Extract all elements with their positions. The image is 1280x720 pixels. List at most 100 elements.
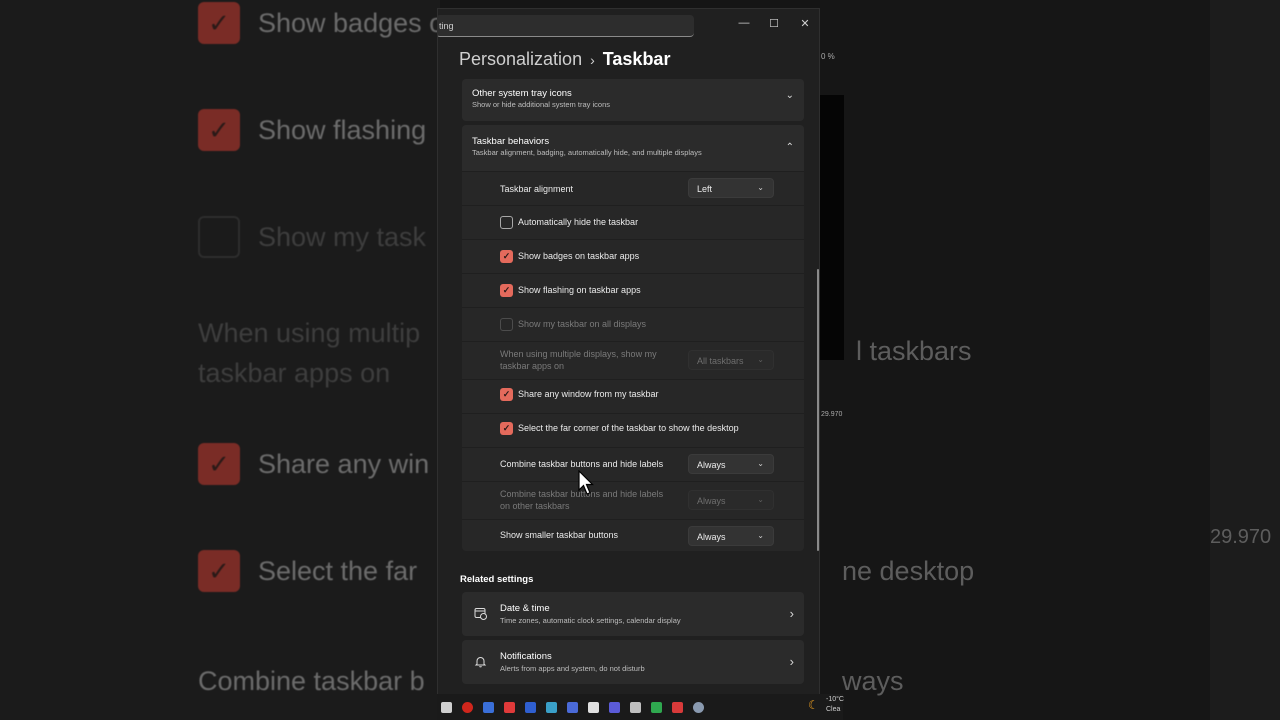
app-icon[interactable]: [483, 701, 494, 713]
background-text: Show my task: [258, 221, 427, 252]
background-check-icon: ✓: [198, 443, 240, 485]
background-right-strip: [1210, 0, 1280, 720]
chevron-right-icon: ›: [789, 654, 794, 669]
app-s-icon[interactable]: [504, 701, 515, 713]
app-window-icon[interactable]: [609, 701, 620, 713]
multi-display-row: When using multiple displays, show my ta…: [462, 341, 804, 379]
share-window-row: ✓ Share any window from my taskbar: [462, 379, 804, 413]
auto-hide-checkbox[interactable]: [500, 216, 513, 229]
tray-icons-card[interactable]: Other system tray icons Show or hide add…: [462, 79, 804, 121]
background-text: ways: [842, 666, 904, 696]
badges-checkbox[interactable]: ✓: [500, 250, 513, 263]
check-icon: ✓: [502, 423, 511, 433]
card-subtitle: Taskbar alignment, badging, automaticall…: [472, 148, 702, 157]
windows-taskbar: [437, 694, 843, 720]
title-bar: ting — ☐ ✕: [438, 9, 819, 41]
app-green-icon[interactable]: [651, 701, 662, 713]
background-text: 29.970: [1210, 526, 1272, 548]
smaller-buttons-label: Show smaller taskbar buttons: [500, 530, 619, 540]
alignment-label: Taskbar alignment: [500, 184, 574, 194]
dropdown-value: Left: [697, 184, 713, 194]
card-title: Other system tray icons: [472, 88, 572, 99]
chevron-down-icon[interactable]: ⌄: [786, 90, 794, 101]
smaller-buttons-dropdown[interactable]: Always ⌄: [688, 526, 774, 546]
auto-hide-label: Automatically hide the taskbar: [518, 217, 639, 227]
notifications-link[interactable]: Notifications Alerts from apps and syste…: [462, 640, 804, 684]
background-text: Combine taskbar b: [198, 666, 425, 696]
notepad-icon[interactable]: [588, 701, 599, 713]
alignment-row: Taskbar alignment Left ⌄: [462, 171, 804, 205]
background-text: 0 %: [821, 52, 835, 61]
combine-other-row: Combine taskbar buttons and hide labels …: [462, 481, 804, 519]
weather-icon: ☾: [808, 698, 819, 712]
background-check-icon: ✓: [198, 109, 240, 151]
maximize-button[interactable]: ☐: [762, 13, 786, 33]
card-title: Taskbar behaviors: [472, 136, 550, 147]
background-check-icon: ✓: [198, 2, 240, 44]
combine-row: Combine taskbar buttons and hide labels …: [462, 447, 804, 481]
alignment-dropdown[interactable]: Left ⌄: [688, 178, 774, 198]
app-doc-icon[interactable]: [546, 701, 557, 713]
all-displays-row: Show my taskbar on all displays: [462, 307, 804, 341]
smaller-buttons-row: Show smaller taskbar buttons Always ⌄: [462, 519, 804, 551]
opera-icon[interactable]: [462, 701, 473, 713]
app-x-icon[interactable]: [630, 701, 641, 713]
background-row: ✓ Show badges o: [198, 2, 444, 44]
background-text: Show flashing: [258, 114, 427, 145]
check-icon: ✓: [502, 389, 511, 399]
far-corner-label: Select the far corner of the taskbar to …: [518, 423, 739, 433]
background-dark-strip: [820, 95, 844, 360]
background-check-icon: ✓: [198, 550, 240, 592]
chevron-up-icon[interactable]: ⌃: [786, 142, 794, 153]
background-text: Show badges o: [258, 7, 445, 38]
app-calendar-icon[interactable]: [567, 701, 578, 713]
background-text: taskbar apps on: [198, 358, 391, 388]
related-subtitle: Alerts from apps and system, do not dist…: [500, 664, 645, 673]
search-input[interactable]: ting: [438, 15, 694, 37]
badges-row: ✓ Show badges on taskbar apps: [462, 239, 804, 273]
far-corner-row: ✓ Select the far corner of the taskbar t…: [462, 413, 804, 447]
flashing-checkbox[interactable]: ✓: [500, 284, 513, 297]
chevron-down-icon: ⌄: [757, 495, 764, 504]
file-icon[interactable]: [441, 701, 452, 713]
auto-hide-row: Automatically hide the taskbar: [462, 205, 804, 239]
dropdown-value: Always: [697, 532, 726, 542]
settings-gear-icon[interactable]: [693, 701, 704, 713]
app-red-icon[interactable]: [672, 701, 683, 713]
settings-window: ting — ☐ ✕ Personalization › Taskbar Oth…: [437, 8, 820, 696]
clock-calendar-icon: [473, 606, 487, 620]
mouse-cursor-icon: [578, 470, 594, 495]
multi-display-label: When using multiple displays, show my ta…: [500, 349, 657, 371]
weather-desc: Clea: [826, 706, 841, 713]
close-button[interactable]: ✕: [793, 13, 817, 33]
app-v-icon[interactable]: [525, 701, 536, 713]
badges-label: Show badges on taskbar apps: [518, 251, 640, 261]
related-title: Date & time: [500, 603, 550, 614]
breadcrumb-separator-icon: ›: [590, 51, 595, 68]
share-window-checkbox[interactable]: ✓: [500, 388, 513, 401]
dropdown-value: Always: [697, 496, 726, 506]
background-row: Combine taskbar b: [198, 666, 425, 697]
combine-dropdown[interactable]: Always ⌄: [688, 454, 774, 474]
date-time-link[interactable]: Date & time Time zones, automatic clock …: [462, 592, 804, 636]
background-row: ✓ Select the far: [198, 550, 417, 592]
system-tray[interactable]: ☾ -10°C Clea: [806, 694, 844, 720]
taskbar-behaviors-card[interactable]: Taskbar behaviors Taskbar alignment, bad…: [462, 125, 804, 171]
share-window-label: Share any window from my taskbar: [518, 389, 659, 399]
minimize-button[interactable]: —: [732, 13, 756, 33]
breadcrumb: Personalization › Taskbar: [459, 49, 670, 70]
background-text: When using multip: [198, 318, 421, 348]
background-checkbox-icon: [198, 216, 240, 258]
breadcrumb-personalization[interactable]: Personalization: [459, 49, 582, 70]
chevron-right-icon: ›: [789, 606, 794, 621]
bell-icon: [473, 654, 487, 668]
all-displays-label: Show my taskbar on all displays: [518, 319, 647, 329]
dropdown-value: Always: [697, 460, 726, 470]
background-text: Share any win: [258, 448, 430, 479]
chevron-down-icon: ⌄: [757, 459, 764, 468]
related-subtitle: Time zones, automatic clock settings, ca…: [500, 616, 681, 625]
scrollbar[interactable]: [817, 269, 819, 551]
background-text: 29.970: [821, 411, 843, 418]
combine-other-dropdown: Always ⌄: [688, 490, 774, 510]
far-corner-checkbox[interactable]: ✓: [500, 422, 513, 435]
